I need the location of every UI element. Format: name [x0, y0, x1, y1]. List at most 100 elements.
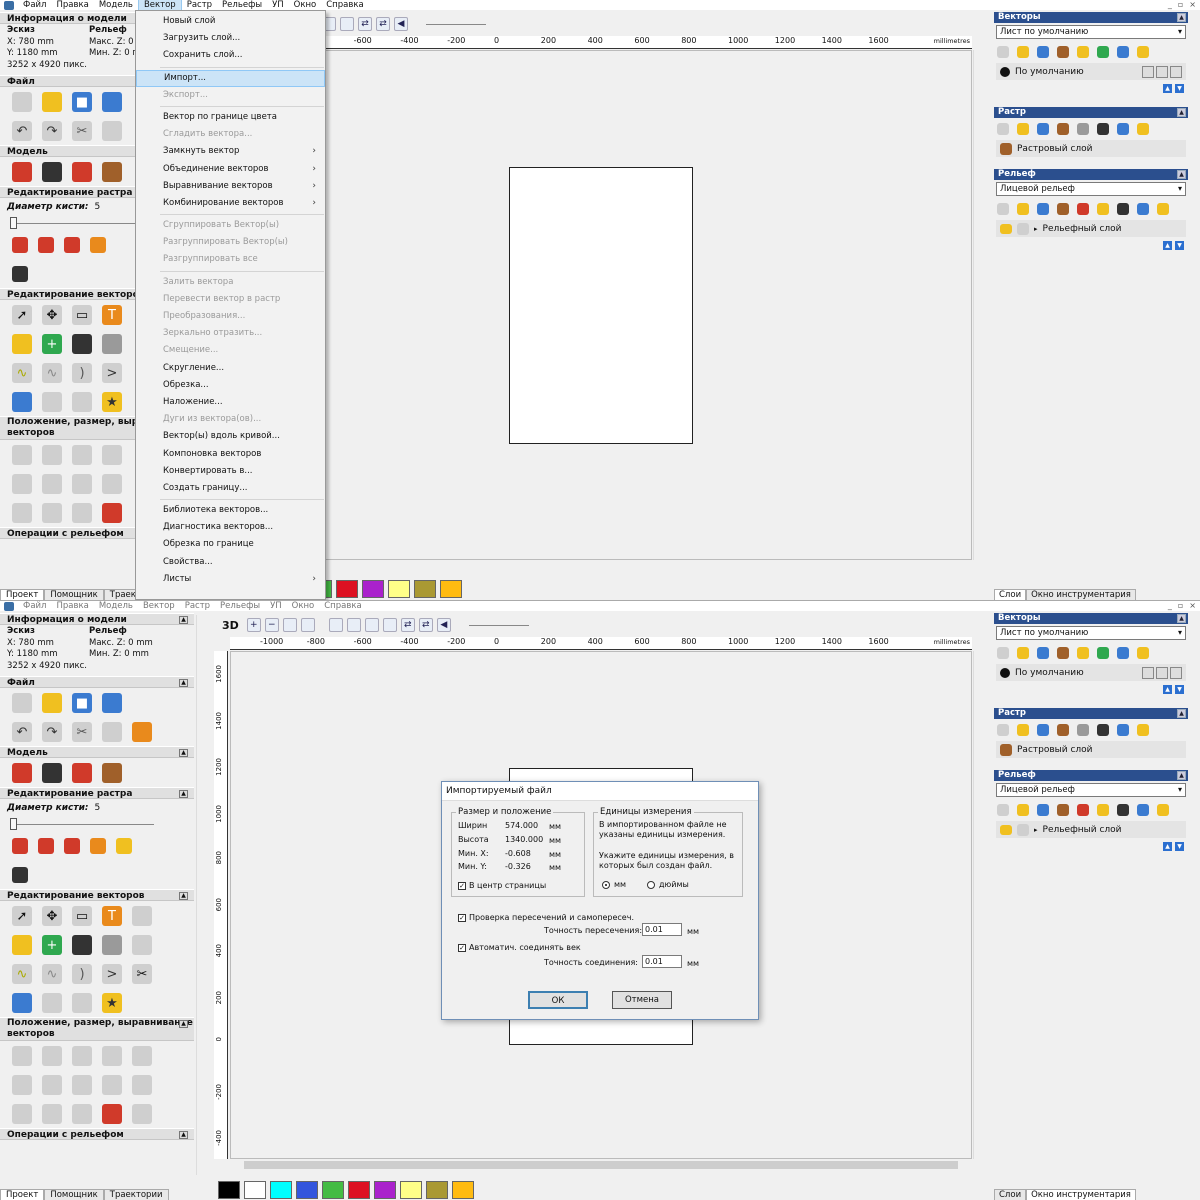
save-layer-icon[interactable] — [1037, 804, 1049, 816]
palette-swatch[interactable] — [362, 580, 384, 598]
menu-item[interactable]: Вектор по границе цвета — [136, 109, 325, 126]
minimize-icon[interactable]: _ — [1168, 0, 1172, 9]
window-controls[interactable]: _ ▫ × — [1168, 0, 1196, 9]
tab-toolpaths[interactable]: Траектории — [103, 1189, 169, 1200]
zoom-all-icon[interactable] — [346, 618, 361, 632]
menu-file[interactable]: Файл — [18, 601, 51, 611]
spiral-icon[interactable] — [132, 1104, 152, 1124]
center-v-icon[interactable] — [72, 1075, 92, 1095]
menu-edit[interactable]: Правка — [51, 0, 93, 10]
wave-icon[interactable]: ∿ — [42, 964, 62, 984]
wave-icon[interactable]: ∿ — [42, 363, 62, 383]
select-icon[interactable]: ➚ — [12, 305, 32, 325]
move-down-icon[interactable]: ▼ — [1175, 685, 1184, 694]
pin-icon[interactable]: ▲ — [179, 892, 188, 900]
preview-icon[interactable]: ◀ — [394, 17, 408, 31]
delete-layer-icon[interactable] — [1117, 647, 1129, 659]
tab-assistant[interactable]: Помощник — [44, 589, 104, 600]
palette-swatch[interactable] — [414, 580, 436, 598]
node-add-icon[interactable]: + — [42, 935, 62, 955]
move-down-icon[interactable]: ▼ — [1175, 84, 1184, 93]
minimize-icon[interactable]: _ — [1168, 601, 1172, 610]
relief-tool-icon[interactable] — [1117, 804, 1129, 816]
open-folder-icon[interactable] — [42, 693, 62, 713]
sheet-select[interactable]: Лист по умолчанию — [996, 626, 1186, 640]
palette-swatch[interactable] — [374, 1181, 396, 1199]
fit-icon[interactable]: ⇄ — [376, 17, 390, 31]
menu-help[interactable]: Справка — [321, 0, 368, 10]
pin-icon[interactable]: ▲ — [179, 790, 188, 798]
text-icon[interactable]: T — [102, 305, 122, 325]
menu-reliefs[interactable]: Рельефы — [215, 601, 265, 611]
zoom-box-icon[interactable] — [282, 618, 297, 632]
menu-item[interactable]: Скругление... — [136, 360, 325, 377]
menu-item[interactable]: Наложение... — [136, 394, 325, 411]
move-up-icon[interactable]: ▲ — [1163, 685, 1172, 694]
array-icon[interactable] — [102, 935, 122, 955]
zoom-prev-icon[interactable] — [300, 618, 315, 632]
unit-mm-radio[interactable]: мм — [602, 880, 626, 889]
close-icon[interactable]: × — [1189, 601, 1196, 610]
mona-lisa-icon[interactable] — [102, 162, 122, 182]
new-file-icon[interactable] — [12, 92, 32, 112]
delete-layer-icon[interactable] — [1137, 203, 1149, 215]
auto-join-checkbox[interactable]: ✓ Автоматич. соединять век — [458, 943, 581, 952]
tab-toolbox[interactable]: Окно инструментария — [1026, 589, 1136, 600]
layer-lock-icon[interactable] — [1170, 65, 1182, 78]
fill-icon[interactable] — [38, 838, 54, 854]
model-person-icon[interactable] — [72, 763, 92, 783]
menu-item[interactable]: Создать границу... — [136, 480, 325, 497]
copy-icon[interactable] — [102, 722, 122, 742]
smooth-icon[interactable]: ∿ — [12, 964, 32, 984]
relief-select[interactable]: Лицевой рельеф — [996, 783, 1186, 797]
center-page-checkbox[interactable]: ✓ В центр страницы — [458, 881, 546, 890]
layer-props-icon[interactable] — [1057, 46, 1069, 58]
checkbox-checked-icon[interactable]: ✓ — [458, 913, 466, 922]
scissors-icon[interactable]: ✂ — [132, 964, 152, 984]
palette-swatch[interactable] — [218, 1181, 240, 1199]
layer-lock-icon[interactable] — [1170, 666, 1182, 679]
palette-swatch[interactable] — [270, 1181, 292, 1199]
lightbulb-icon[interactable] — [1137, 724, 1149, 736]
rectangle-icon[interactable]: ▭ — [72, 305, 92, 325]
rotate-icon[interactable] — [102, 1075, 122, 1095]
move-up-icon[interactable]: ▲ — [1163, 842, 1172, 851]
array-icon[interactable] — [102, 334, 122, 354]
zoom-in-icon[interactable]: + — [246, 618, 261, 632]
palette-swatch[interactable] — [426, 1181, 448, 1199]
radio-selected-icon[interactable] — [602, 880, 610, 889]
angle-icon[interactable]: > — [102, 363, 122, 383]
layer-edit-icon[interactable] — [1156, 65, 1168, 78]
group-icon[interactable] — [12, 1104, 32, 1124]
menu-file[interactable]: Файл — [18, 0, 51, 10]
lightbulb-icon[interactable] — [1157, 804, 1169, 816]
zoom-slider[interactable] — [468, 624, 529, 626]
menu-reliefs[interactable]: Рельефы — [217, 0, 267, 10]
center-v-icon[interactable] — [72, 474, 92, 494]
horizontal-scrollbar[interactable] — [230, 560, 972, 572]
menu-edit[interactable]: Правка — [51, 601, 93, 611]
undo-icon[interactable]: ↶ — [12, 722, 32, 742]
relief-eye-icon[interactable] — [1000, 824, 1012, 835]
scroll-thumb[interactable] — [244, 1161, 958, 1169]
center-icon[interactable] — [42, 474, 62, 494]
curve-icon[interactable] — [42, 993, 62, 1013]
hand-icon[interactable] — [72, 392, 92, 412]
menu-model[interactable]: Модель — [94, 0, 138, 10]
pin-icon[interactable]: ▲ — [1177, 771, 1186, 780]
relief-stack-icon[interactable] — [1077, 203, 1089, 215]
zoom-all-icon[interactable] — [340, 17, 354, 31]
dots-icon[interactable] — [132, 935, 152, 955]
align-right-icon[interactable] — [42, 1046, 62, 1066]
align-center-icon[interactable] — [132, 1046, 152, 1066]
star-icon[interactable]: ★ — [102, 392, 122, 412]
cut-icon[interactable]: ✂ — [72, 121, 92, 141]
pin-icon[interactable]: ▲ — [179, 1020, 188, 1028]
check-intersections-checkbox[interactable]: ✓ Проверка пересечений и самопересеч. — [458, 913, 634, 922]
pin-icon[interactable]: ▲ — [179, 749, 188, 757]
save-icon[interactable]: ■ — [72, 92, 92, 112]
tab-project[interactable]: Проект — [0, 589, 45, 600]
model-person-icon[interactable] — [72, 162, 92, 182]
load-layer-icon[interactable] — [1017, 647, 1029, 659]
tab-layers[interactable]: Слои — [994, 589, 1027, 600]
